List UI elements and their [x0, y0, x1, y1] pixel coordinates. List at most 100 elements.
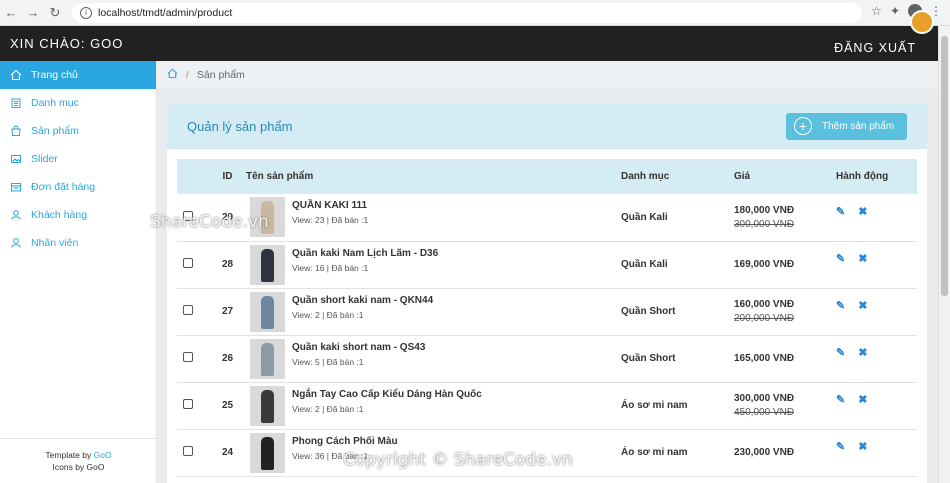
edit-icon[interactable]: ✎ [836, 393, 845, 406]
sidebar-item-label: Danh mục [31, 97, 79, 109]
reload-icon[interactable]: ↻ [44, 2, 66, 24]
sidebar-item-6[interactable]: Nhân viên [0, 229, 156, 257]
icons-credit: Icons by GoO [52, 462, 105, 472]
delete-icon[interactable]: ✖ [858, 299, 867, 312]
delete-icon[interactable]: ✖ [858, 252, 867, 265]
breadcrumb-current: Sản phẩm [196, 69, 245, 81]
product-id: 26 [221, 353, 234, 364]
sidebar-footer: Template by GoO Icons by GoO [0, 438, 157, 483]
product-old-price: 300,000 VNĐ [734, 218, 795, 230]
row-select-cell [177, 288, 209, 335]
product-price: 180,000 VNĐ [734, 204, 795, 216]
product-price: 165,000 VNĐ [734, 353, 795, 364]
sidebar: Trang chủ Danh mục Sản phẩm Slider Đơn đặt h… [0, 61, 157, 483]
sidebar-item-4[interactable]: Đơn đặt hàng [0, 173, 156, 201]
edit-icon[interactable]: ✎ [836, 205, 845, 218]
row-checkbox[interactable] [183, 305, 193, 315]
row-checkbox[interactable] [183, 399, 193, 409]
logout-link[interactable]: ĐĂNG XUẤT [834, 41, 916, 55]
product-thumbnail [250, 432, 285, 473]
row-checkbox[interactable] [183, 352, 193, 362]
product-name[interactable]: Quần kaki short nam - QS43 [292, 342, 425, 353]
product-name[interactable]: Ngắn Tay Cao Cấp Kiểu Dáng Hàn Quốc [292, 389, 482, 400]
product-price-cell: 180,000 VNĐ 300,000 VNĐ [734, 194, 836, 241]
row-checkbox[interactable] [183, 258, 193, 268]
table-header-row: ID Tên sản phẩm Danh mục Giá Hành động [177, 159, 917, 194]
product-category: Quần Kali [621, 259, 668, 270]
product-name[interactable]: Quần kaki Nam Lịch Lãm - D36 [292, 248, 438, 259]
action-cell: ✎ ✖ [836, 429, 917, 476]
product-meta: View: 2 | Đã bán :1 [292, 309, 364, 320]
delete-icon[interactable]: ✖ [858, 393, 867, 406]
product-name[interactable]: Quần short kaki nam - QKN44 [292, 295, 433, 306]
list-icon [10, 97, 22, 109]
add-product-button[interactable]: + Thêm sản phẩm [786, 112, 907, 140]
sidebar-item-label: Trang chủ [31, 69, 78, 81]
product-meta: View: 2 | Đã bán :1 [292, 403, 364, 414]
back-icon[interactable]: ← [0, 2, 22, 24]
action-cell: ✎ ✖ [836, 288, 917, 335]
add-product-label: Thêm sản phẩm [822, 120, 895, 132]
edit-icon[interactable]: ✎ [836, 346, 845, 359]
table-row: 27 Quần short kaki nam - QKN44 View: 2 | Đ… [177, 288, 917, 335]
product-meta: View: 16 | Đã bán :1 [292, 262, 369, 273]
product-category: Quần Kali [621, 211, 668, 223]
app-header: XIN CHÀO: GOO ĐĂNG XUẤT [0, 26, 938, 61]
header-action: Hành động [836, 171, 889, 182]
breadcrumb-separator: / [186, 69, 189, 81]
home-icon[interactable] [167, 68, 178, 82]
product-panel: Quản lý sản phẩm + Thêm sản phẩm ID Tên … [167, 103, 927, 483]
product-id: 28 [221, 259, 234, 270]
breadcrumb: / Sản phẩm [157, 61, 938, 89]
forward-icon[interactable]: → [22, 2, 44, 24]
product-id: 24 [221, 447, 234, 458]
action-cell: ✎ ✖ [836, 335, 917, 382]
edit-icon[interactable]: ✎ [836, 440, 845, 453]
product-name[interactable]: Phong Cách Phối Màu [292, 436, 398, 447]
sidebar-item-label: Sản phẩm [31, 125, 79, 137]
product-price-cell: 165,000 VNĐ [734, 335, 836, 382]
template-credit-prefix: Template by [45, 450, 92, 460]
image-icon [10, 153, 22, 165]
extensions-icon[interactable]: ✦ [890, 4, 900, 18]
delete-icon[interactable]: ✖ [858, 346, 867, 359]
sidebar-item-2[interactable]: Sản phẩm [0, 117, 156, 145]
panel-title: Quản lý sản phẩm [187, 118, 293, 134]
product-price: 230,000 VNĐ [734, 447, 795, 458]
product-cell: Ngắn Tay Cao Cấp Kiểu Dáng Hàn Quốc View:… [246, 382, 621, 429]
sidebar-item-3[interactable]: Slider [0, 145, 156, 173]
product-thumbnail [250, 385, 285, 426]
template-credit: Template by GoO [0, 449, 157, 461]
template-credit-link[interactable]: GoO [94, 450, 112, 460]
url-text: localhost/tmdt/admin/product [98, 6, 233, 19]
product-table: ID Tên sản phẩm Danh mục Giá Hành động 2… [177, 159, 917, 477]
header-id: ID [222, 171, 233, 182]
edit-icon[interactable]: ✎ [836, 299, 845, 312]
sidebar-item-label: Khách hàng [31, 209, 88, 221]
delete-icon[interactable]: ✖ [858, 440, 867, 453]
watermark-top: ShareCode.vn [150, 212, 269, 232]
product-thumbnail [250, 244, 285, 285]
header-price: Giá [734, 171, 751, 182]
sidebar-item-1[interactable]: Danh mục [0, 89, 156, 117]
sidebar-item-label: Nhân viên [31, 237, 79, 249]
product-name[interactable]: QUẦN KAKI 111 [292, 200, 368, 211]
product-cell: Quần kaki Nam Lịch Lãm - D36 View: 16 | Đ… [246, 241, 621, 288]
info-icon[interactable]: i [80, 6, 92, 19]
row-select-cell [177, 241, 209, 288]
product-category: Áo sơ mi nam [621, 400, 688, 411]
page-scrollbar[interactable] [938, 26, 950, 483]
address-bar[interactable]: i localhost/tmdt/admin/product [72, 2, 862, 23]
delete-icon[interactable]: ✖ [858, 205, 867, 218]
edit-icon[interactable]: ✎ [836, 252, 845, 265]
sidebar-item-5[interactable]: Khách hàng [0, 201, 156, 229]
row-checkbox[interactable] [183, 446, 193, 456]
product-old-price: 200,000 VNĐ [734, 313, 795, 324]
table-row: 26 Quần kaki short nam - QS43 View: 5 | Đã… [177, 335, 917, 382]
sidebar-item-0[interactable]: Trang chủ [0, 61, 156, 89]
header-name: Tên sản phẩm [246, 171, 314, 182]
bookmark-star-icon[interactable]: ☆ [871, 4, 882, 18]
product-meta: View: 23 | Đã bán :1 [292, 215, 369, 226]
panel-header: Quản lý sản phẩm + Thêm sản phẩm [167, 103, 927, 149]
scrollbar-thumb[interactable] [941, 36, 948, 296]
